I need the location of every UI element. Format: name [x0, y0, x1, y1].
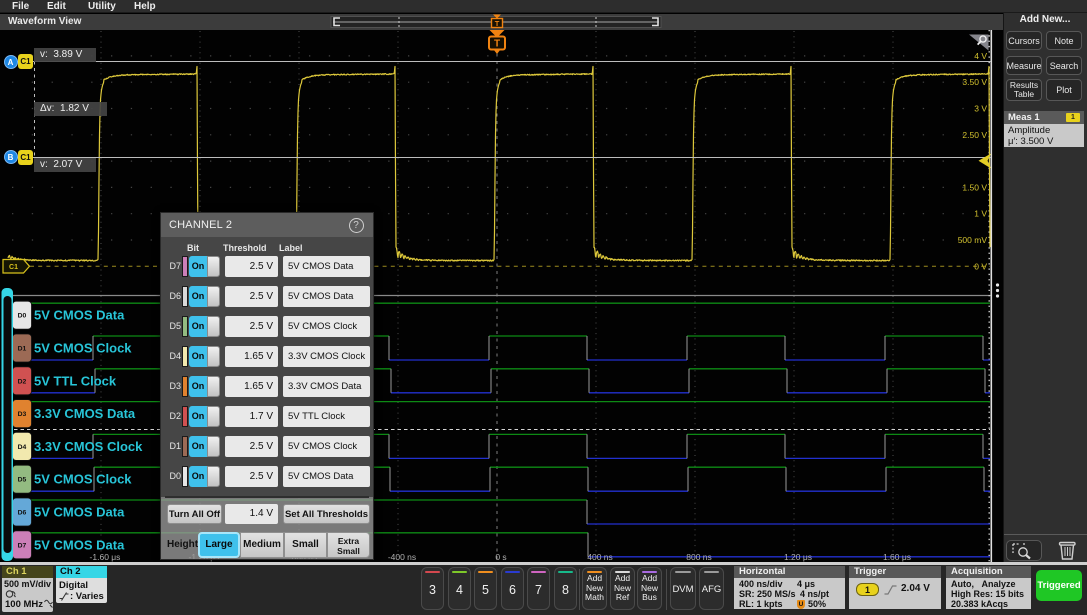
svg-text:D6: D6 — [18, 510, 27, 517]
svg-text:1 V: 1 V — [974, 209, 987, 219]
svg-text:D4: D4 — [18, 444, 27, 451]
svg-text:2.50 V: 2.50 V — [962, 130, 987, 140]
svg-text:5V CMOS Clock: 5V CMOS Clock — [34, 472, 132, 487]
svg-text:5V CMOS Data: 5V CMOS Data — [34, 308, 125, 323]
svg-text:5V CMOS Data: 5V CMOS Data — [34, 537, 125, 552]
svg-text:3.3V CMOS Data: 3.3V CMOS Data — [34, 406, 136, 421]
svg-text:3.50 V: 3.50 V — [962, 77, 987, 87]
svg-text:C1: C1 — [9, 264, 18, 271]
svg-text:D5: D5 — [18, 477, 27, 484]
svg-text:0 s: 0 s — [495, 552, 506, 562]
svg-text:5V TTL Clock: 5V TTL Clock — [34, 373, 117, 388]
svg-text:D3: D3 — [18, 411, 27, 418]
svg-text:T: T — [494, 39, 500, 50]
svg-text:T: T — [495, 19, 500, 28]
svg-text:5V CMOS Data: 5V CMOS Data — [34, 505, 125, 520]
svg-text:500 mV: 500 mV — [958, 235, 988, 245]
svg-text:D1: D1 — [18, 346, 27, 353]
svg-text:1.20 μs: 1.20 μs — [784, 552, 812, 562]
svg-text:3.3V CMOS Clock: 3.3V CMOS Clock — [34, 439, 143, 454]
svg-text:-1.60 μs: -1.60 μs — [90, 552, 121, 562]
svg-text:800 ns: 800 ns — [686, 552, 712, 562]
svg-text:D2: D2 — [18, 378, 27, 385]
svg-text:D7: D7 — [18, 542, 27, 549]
svg-text:5V CMOS Clock: 5V CMOS Clock — [34, 341, 132, 356]
svg-text:D0: D0 — [18, 313, 27, 320]
svg-text:0 V: 0 V — [974, 261, 987, 271]
svg-text:1.50 V: 1.50 V — [962, 182, 987, 192]
svg-text:1.60 μs: 1.60 μs — [883, 552, 911, 562]
svg-text:400 ns: 400 ns — [587, 552, 613, 562]
svg-text:-400 ns: -400 ns — [388, 552, 416, 562]
svg-text:4 V: 4 V — [974, 51, 987, 61]
svg-text:3 V: 3 V — [974, 104, 987, 114]
